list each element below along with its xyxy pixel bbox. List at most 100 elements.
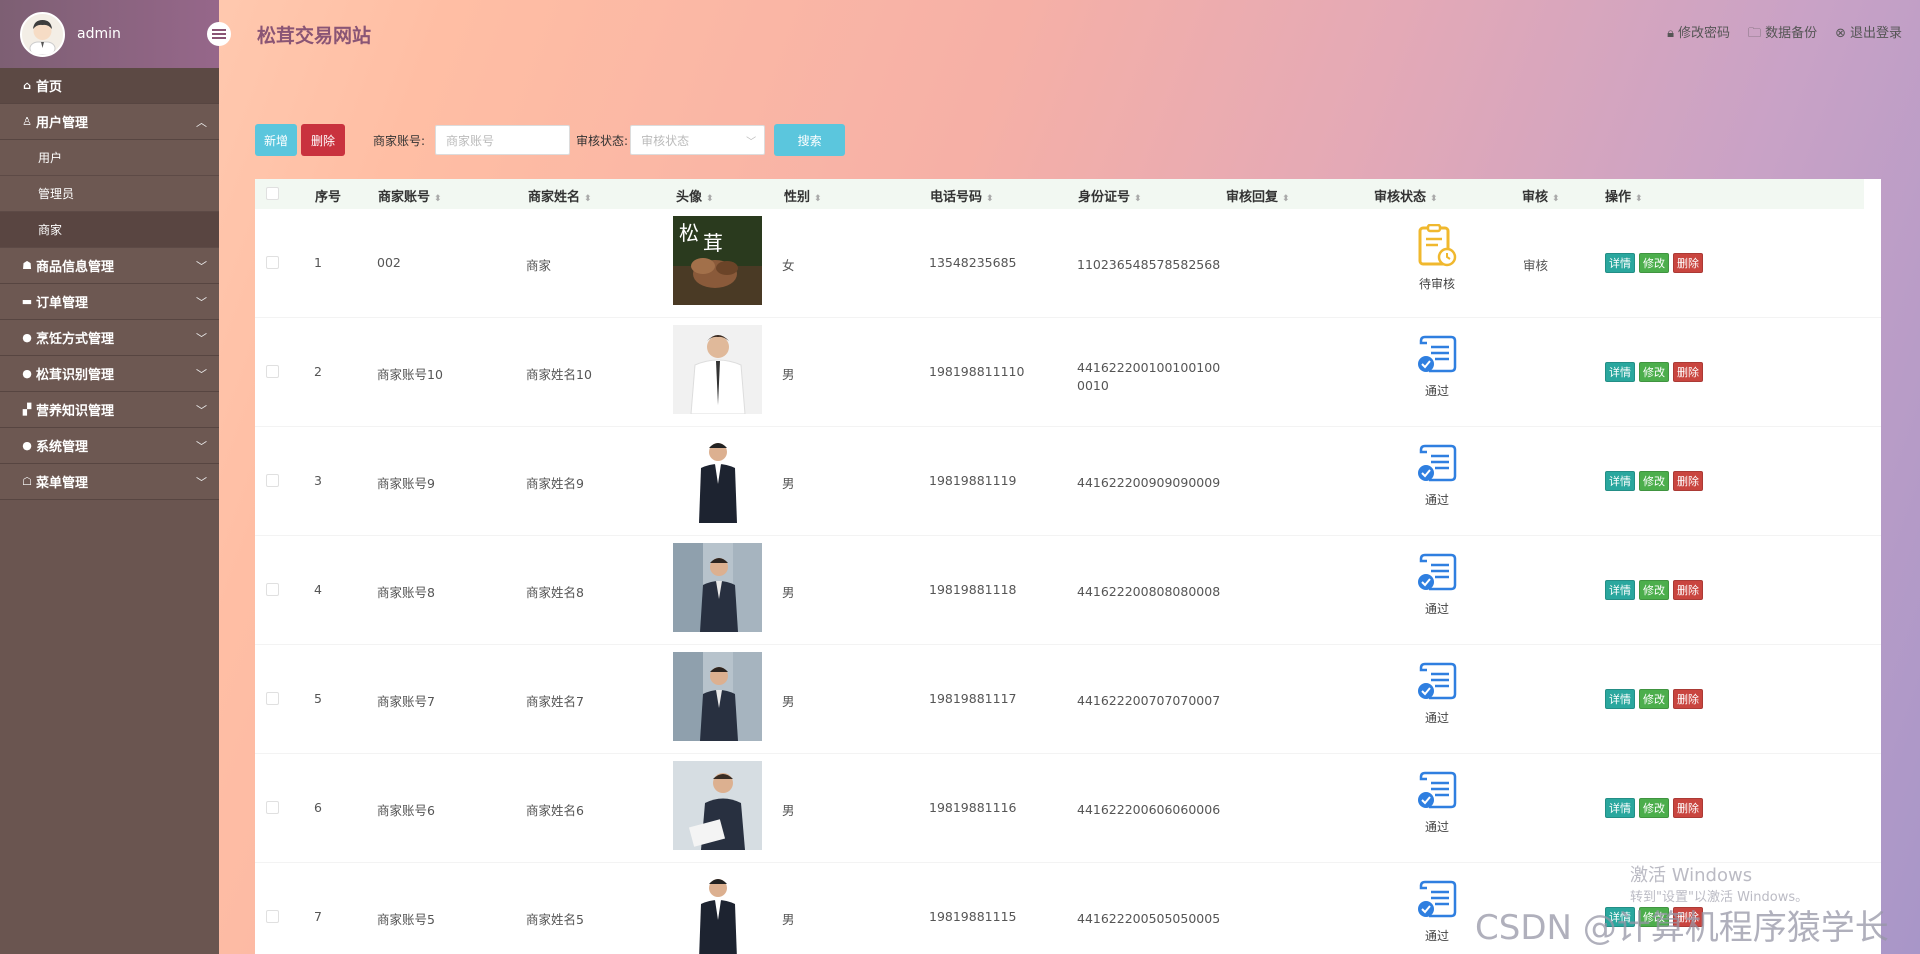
cell-account: 商家账号7	[377, 694, 435, 709]
chevron-up-icon: ︿	[196, 115, 207, 129]
merchant-avatar[interactable]	[673, 652, 762, 741]
col-idno[interactable]: 身份证号 ⬍	[1078, 186, 1142, 205]
row-checkbox[interactable]	[266, 910, 279, 923]
sidebar-subitem-admins[interactable]: 管理员	[0, 176, 219, 212]
sidebar-item-label: 用户管理	[36, 116, 89, 131]
col-account[interactable]: 商家账号 ⬍	[378, 186, 442, 205]
idno-line-1: 441622200909090009	[1077, 475, 1221, 490]
status-select[interactable]: 审核状态 ﹀	[630, 125, 766, 155]
idno-line-1: 441622200808080008	[1077, 584, 1221, 599]
sort-icon[interactable]: ⬍	[706, 194, 714, 204]
edit-button[interactable]: 修改	[1639, 580, 1669, 600]
delete-button[interactable]: 删除	[301, 124, 345, 156]
edit-button[interactable]: 修改	[1639, 798, 1669, 818]
select-all-checkbox[interactable]	[266, 187, 279, 200]
row-actions: 详情 修改 删除	[1605, 798, 1703, 818]
sidebar-subitem-merchants[interactable]: 商家	[0, 212, 219, 248]
sidebar-item-orders[interactable]: ▬ 订单管理 ﹀	[0, 284, 219, 320]
table-row[interactable]: 4 商家账号8 商家姓名8 男 19819881118 44162220080808000…	[255, 536, 1881, 645]
col-gender[interactable]: 性别 ⬍	[784, 186, 822, 205]
merchant-avatar[interactable]	[673, 761, 762, 850]
detail-button[interactable]: 详情	[1605, 253, 1635, 273]
sort-icon[interactable]: ⬍	[986, 194, 994, 204]
col-ops[interactable]: 操作 ⬍	[1605, 186, 1643, 205]
row-checkbox[interactable]	[266, 801, 279, 814]
merchant-avatar[interactable]	[673, 870, 762, 954]
backup-link[interactable]: 🗀 数据备份	[1748, 22, 1817, 46]
sidebar-subitem-users[interactable]: 用户	[0, 140, 219, 176]
col-avatar[interactable]: 头像 ⬍	[676, 186, 714, 205]
cell-gender: 男	[782, 912, 795, 927]
row-checkbox[interactable]	[266, 365, 279, 378]
row-delete-button[interactable]: 删除	[1673, 689, 1703, 709]
sort-icon[interactable]: ⬍	[1635, 194, 1643, 204]
avatar[interactable]	[20, 11, 65, 57]
sidebar-item-nutrition[interactable]: ▞ 营养知识管理 ﹀	[0, 392, 219, 428]
sort-icon[interactable]: ⬍	[1430, 194, 1438, 204]
row-delete-button[interactable]: 删除	[1673, 580, 1703, 600]
detail-button[interactable]: 详情	[1605, 471, 1635, 491]
sidebar-item-user-management[interactable]: ♙ 用户管理 ︿	[0, 104, 219, 140]
status-text: 通过	[1424, 820, 1449, 834]
row-checkbox[interactable]	[266, 583, 279, 596]
table-row[interactable]: 2 商家账号10 商家姓名10 男 198198811110 44162220010010…	[255, 318, 1881, 427]
col-reply[interactable]: 审核回复 ⬍	[1226, 186, 1290, 205]
logout-link[interactable]: ⊗ 退出登录	[1835, 22, 1902, 46]
row-checkbox[interactable]	[266, 256, 279, 269]
cell-idno: 110236548578582568	[1077, 256, 1220, 274]
sidebar-item-system[interactable]: ● 系统管理 ﹀	[0, 428, 219, 464]
edit-button[interactable]: 修改	[1639, 253, 1669, 273]
sidebar-item-menu[interactable]: ☖ 菜单管理 ﹀	[0, 464, 219, 500]
col-status[interactable]: 审核状态 ⬍	[1374, 186, 1438, 205]
row-checkbox[interactable]	[266, 692, 279, 705]
col-phone[interactable]: 电话号码 ⬍	[930, 186, 994, 205]
status-text: 待审核	[1418, 277, 1455, 291]
merchant-avatar[interactable]	[673, 543, 762, 632]
change-password-link[interactable]: 🔒︎ 修改密码	[1667, 22, 1730, 46]
chevron-down-icon: ﹀	[196, 475, 207, 489]
col-name[interactable]: 商家姓名 ⬍	[528, 186, 592, 205]
detail-button[interactable]: 详情	[1605, 580, 1635, 600]
row-delete-button[interactable]: 删除	[1673, 798, 1703, 818]
row-delete-button[interactable]: 删除	[1673, 362, 1703, 382]
col-audit[interactable]: 审核 ⬍	[1522, 186, 1560, 205]
merchant-avatar[interactable]	[673, 434, 762, 523]
sidebar-item-recognition[interactable]: ● 松茸识别管理 ﹀	[0, 356, 219, 392]
sort-icon[interactable]: ⬍	[1282, 194, 1290, 204]
detail-button[interactable]: 详情	[1605, 798, 1635, 818]
idno-line-1: 110236548578582568	[1077, 257, 1221, 272]
table-row[interactable]: 6 商家账号6 商家姓名6 男 19819881116 44162220060606000…	[255, 754, 1881, 863]
detail-button[interactable]: 详情	[1605, 689, 1635, 709]
chevron-down-icon: ﹀	[196, 367, 207, 381]
edit-button[interactable]: 修改	[1639, 689, 1669, 709]
sort-icon[interactable]: ⬍	[1134, 194, 1142, 204]
account-input[interactable]: 商家账号	[435, 125, 571, 155]
add-button[interactable]: 新增	[255, 124, 297, 156]
sort-icon[interactable]: ⬍	[584, 194, 592, 204]
search-button[interactable]: 搜索	[774, 124, 846, 156]
status-text: 通过	[1424, 602, 1449, 616]
table-row[interactable]: 3 商家账号9 商家姓名9 男 19819881119 44162220090909000…	[255, 427, 1881, 536]
edit-button[interactable]: 修改	[1639, 471, 1669, 491]
table-row[interactable]: 5 商家账号7 商家姓名7 男 19819881117 44162220070707000…	[255, 645, 1881, 754]
sidebar-item-label: 首页	[36, 80, 63, 95]
merchant-avatar[interactable]: 松茸	[673, 216, 762, 305]
idno-line-2: 0010	[1077, 378, 1109, 393]
table-body: 1 002 商家松茸女 13548235685 110236548578582568 待审…	[255, 209, 1881, 954]
sidebar-item-cooking[interactable]: ● 烹饪方式管理 ﹀	[0, 320, 219, 356]
sidebar-item-goods[interactable]: ☗ 商品信息管理 ﹀	[0, 248, 219, 284]
audit-link[interactable]: 审核	[1523, 255, 1548, 274]
sidebar-item-home[interactable]: ⌂ 首页	[0, 68, 219, 104]
sort-icon[interactable]: ⬍	[434, 194, 442, 204]
col-no[interactable]: 序号	[315, 186, 341, 205]
sort-icon[interactable]: ⬍	[1552, 194, 1560, 204]
table-row[interactable]: 1 002 商家松茸女 13548235685 110236548578582568 待审…	[255, 209, 1881, 318]
row-delete-button[interactable]: 删除	[1673, 471, 1703, 491]
edit-button[interactable]: 修改	[1639, 362, 1669, 382]
detail-button[interactable]: 详情	[1605, 362, 1635, 382]
row-delete-button[interactable]: 删除	[1673, 253, 1703, 273]
sort-icon[interactable]: ⬍	[814, 194, 822, 204]
row-checkbox[interactable]	[266, 474, 279, 487]
row-actions: 详情 修改 删除	[1605, 689, 1703, 709]
merchant-avatar[interactable]	[673, 325, 762, 414]
